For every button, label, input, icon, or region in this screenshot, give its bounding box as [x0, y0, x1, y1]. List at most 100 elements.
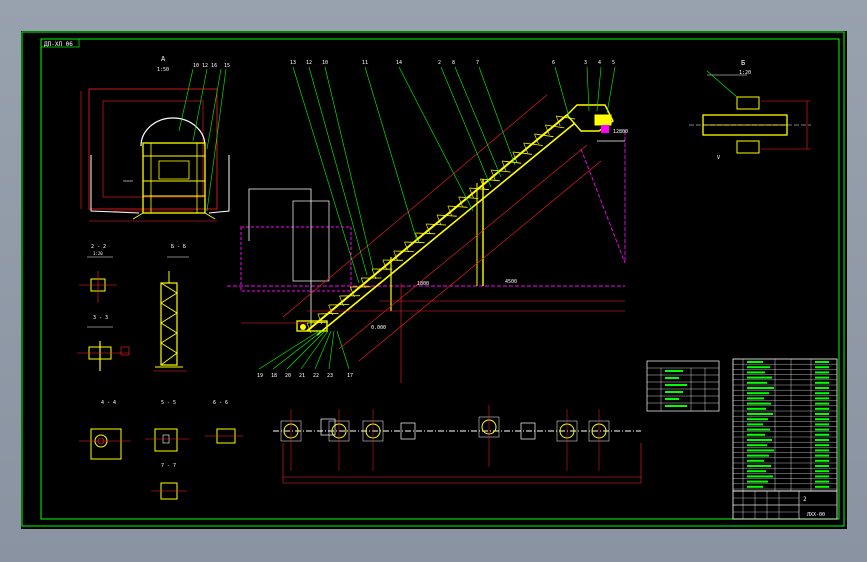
bill-of-materials [732, 358, 838, 492]
bom-entry [815, 433, 829, 436]
leader-line [454, 66, 502, 178]
leader-line [364, 66, 418, 242]
bom-entry [747, 454, 769, 457]
truss-member [415, 232, 436, 235]
svg-text:Б - Б: Б - Б [171, 244, 186, 250]
main-elevation-view: 12800 4500 1800 0.000 13 12 10 11 14 2 8 7 6 3 4 5 … [227, 60, 628, 383]
section-view-b: Б 1:20 V [689, 59, 811, 161]
callout-number: 10 [322, 60, 328, 66]
bom-entry [747, 485, 763, 488]
svg-text:3 - 3: 3 - 3 [93, 315, 108, 321]
bom-entry [815, 470, 829, 473]
callout-number: 7 [476, 60, 479, 66]
title-block: 2 ЛХХ-00 [732, 490, 838, 520]
svg-text:2 - 2: 2 - 2 [91, 244, 106, 250]
svg-text:4 - 4: 4 - 4 [101, 400, 116, 406]
bom-entry [747, 459, 764, 462]
table-entry [665, 384, 687, 386]
end-view-section: А 1:50 10 12 16 15 [80, 55, 230, 222]
cad-viewport[interactable]: ДП-ХЛ 06 А 1:50 10 12 16 15 2 - 2 1:20 3… [0, 0, 867, 562]
leader-line [314, 330, 332, 370]
bom-entry [747, 480, 768, 483]
bom-entry [815, 371, 829, 374]
svg-text:6 - 6: 6 - 6 [213, 400, 228, 406]
bom-entry [815, 459, 829, 462]
bom-entry [747, 381, 767, 384]
plan-view [273, 405, 642, 484]
drawing-canvas[interactable]: ДП-ХЛ 06 А 1:50 10 12 16 15 2 - 2 1:20 3… [21, 31, 847, 529]
bom-entry [747, 371, 765, 374]
table-entry [665, 405, 687, 407]
callout-number: 8 [452, 60, 455, 66]
callout-number: 17 [347, 373, 353, 379]
leader-line [286, 330, 326, 370]
svg-text:7 - 7: 7 - 7 [161, 463, 176, 469]
bom-entry [815, 449, 829, 452]
truss-member [317, 312, 339, 315]
callout-number: 19 [257, 373, 263, 379]
bom-entry [747, 361, 763, 363]
outer-frame [21, 31, 845, 527]
bom-entry [815, 407, 829, 410]
truss-member [393, 250, 414, 252]
bom-entry [747, 475, 773, 478]
bom-entry [747, 465, 771, 467]
small-data-table [646, 360, 720, 412]
leader-line [328, 330, 335, 370]
leader-line [440, 66, 492, 188]
bom-entry [815, 402, 829, 405]
cad-drawing: ДП-ХЛ 06 А 1:50 10 12 16 15 2 - 2 1:20 3… [21, 31, 845, 527]
truss-member [306, 321, 328, 324]
elevation-top: 12800 [613, 129, 628, 135]
bom-entry [815, 475, 829, 478]
callout-number: 12 [306, 60, 312, 66]
plan-components [280, 405, 610, 471]
bom-entry [815, 392, 829, 395]
bom-entry [747, 418, 768, 421]
callout-number: 3 [584, 60, 587, 66]
sheet-tag: ДП-ХЛ 06 [44, 41, 73, 48]
table-entry [665, 377, 679, 379]
bom-entry [747, 376, 772, 379]
bom-entry [815, 428, 829, 431]
svg-text:1:20: 1:20 [93, 251, 103, 256]
bom-entry [815, 397, 829, 400]
callout-number: 13 [290, 60, 296, 66]
leader-line [398, 66, 474, 212]
bom-entry [747, 470, 766, 473]
bom-entry [815, 439, 829, 441]
bom-entry [815, 366, 829, 369]
elevation-base: 0.000 [371, 325, 386, 331]
bom-entry [815, 361, 829, 363]
bom-entry [747, 444, 767, 447]
sheet-number: 2 [803, 496, 807, 503]
detail-views-left: 2 - 2 1:20 3 - 3 Б - Б 4 - 4 5 - 5 6 - 6… [77, 244, 243, 500]
leader-line [606, 66, 616, 114]
callout-number: 5 [612, 60, 615, 66]
bom-entry [815, 413, 829, 415]
bom-entry [815, 376, 829, 379]
leader-line [258, 330, 320, 370]
bom-entry [747, 366, 770, 369]
bom-entry [815, 465, 829, 467]
svg-text:5 - 5: 5 - 5 [161, 400, 176, 406]
callout-number: 18 [271, 373, 277, 379]
callout-number: 6 [552, 60, 555, 66]
truss-member [404, 241, 425, 244]
bom-entry [815, 444, 829, 447]
bom-entry [747, 423, 763, 426]
end-view-scale: 1:50 [157, 67, 169, 73]
bom-entry [815, 418, 829, 421]
table-entry [665, 391, 683, 393]
inner-frame [40, 38, 840, 520]
callout-number: 14 [396, 60, 402, 66]
bom-entry [815, 423, 829, 426]
callout-leaders-bottom: 19 18 20 21 22 23 17 [257, 330, 353, 379]
building-outline [240, 226, 352, 292]
bom-entry [747, 449, 774, 452]
bom-entry [747, 407, 766, 410]
bom-entry [747, 439, 772, 441]
elevation-low: 1800 [417, 281, 429, 287]
drawing-code: ЛХХ-00 [807, 512, 825, 518]
callout-number: 21 [299, 373, 305, 379]
